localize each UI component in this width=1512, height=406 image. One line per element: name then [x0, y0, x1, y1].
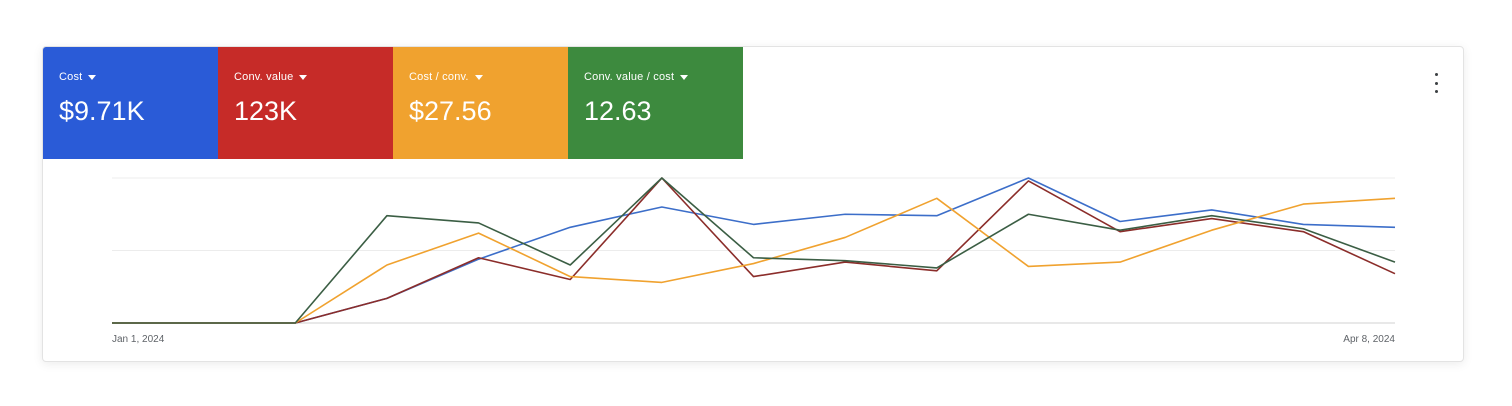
dropdown-caret-icon: [474, 75, 483, 80]
metric-label: Cost / conv.: [409, 71, 469, 83]
metric-tile-cost[interactable]: Cost $9.71K: [43, 47, 218, 159]
dropdown-caret-icon: [88, 75, 97, 80]
metric-tiles: Cost $9.71K Conv. value 123K Cost / conv…: [43, 47, 743, 159]
metric-value: $9.71K: [59, 96, 145, 126]
metric-value: $27.56: [409, 96, 492, 126]
more-vert-icon[interactable]: [1431, 73, 1441, 93]
metric-tile-cost-per-conv[interactable]: Cost / conv. $27.56: [393, 47, 568, 159]
metric-tile-conv-value-per-cost[interactable]: Conv. value / cost 12.63: [568, 47, 743, 159]
x-tick-label-end: Apr 8, 2024: [1343, 334, 1395, 345]
metric-label: Cost: [59, 71, 83, 83]
metric-value: 123K: [234, 96, 298, 126]
dropdown-caret-icon: [299, 75, 308, 80]
x-tick-label-start: Jan 1, 2024: [112, 334, 165, 345]
chart-grid: [112, 177, 1395, 324]
performance-card: Cost $9.71K Conv. value 123K Cost / conv…: [42, 46, 1464, 362]
metric-tile-conv-value[interactable]: Conv. value 123K: [218, 47, 393, 159]
metric-label: Conv. value / cost: [584, 71, 675, 83]
metric-value: 12.63: [584, 96, 652, 126]
line-chart: Jan 1, 2024 Apr 8, 2024: [112, 177, 1395, 345]
metric-label: Conv. value: [234, 71, 294, 83]
dropdown-caret-icon: [680, 75, 689, 80]
